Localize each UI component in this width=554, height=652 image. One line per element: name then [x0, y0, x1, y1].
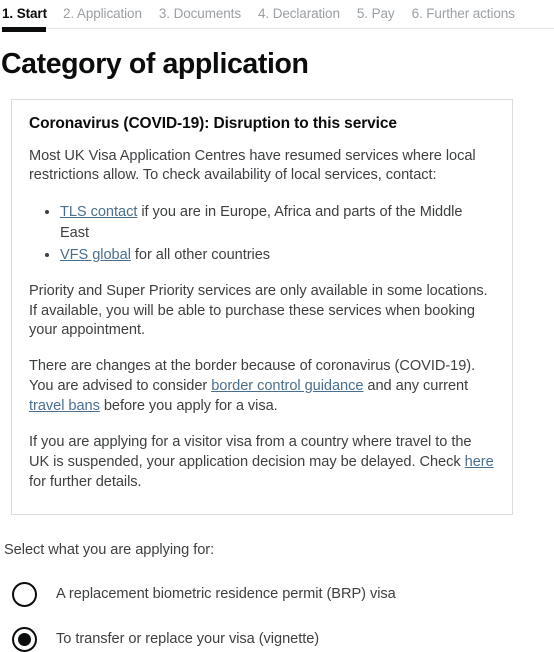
radio-option-brp-visa[interactable]: A replacement biometric residence permit…: [4, 582, 554, 608]
vfs-global-link[interactable]: VFS global: [60, 247, 131, 263]
progress-step-declaration[interactable]: 4. Declaration: [258, 6, 340, 23]
progress-step-label: 5. Pay: [356, 6, 395, 21]
progress-step-start[interactable]: 1. Start: [2, 6, 47, 32]
progress-step-further-actions[interactable]: 6. Further actions: [412, 6, 515, 23]
radio-option-label: A replacement biometric residence permit…: [56, 586, 396, 603]
covid-notice-title: Coronavirus (COVID-19): Disruption to th…: [29, 115, 397, 133]
list-item-text: for all other countries: [130, 246, 271, 263]
list-item: TLS contact if you are in Europe, Africa…: [60, 202, 495, 244]
paragraph-text: before you apply for a visa.: [99, 397, 278, 414]
progress-nav: 1. Start 2. Application 3. Documents 4. …: [0, 0, 554, 32]
progress-step-documents[interactable]: 3. Documents: [159, 6, 241, 23]
border-control-guidance-link[interactable]: border control guidance: [211, 378, 363, 394]
covid-contact-list: TLS contact if you are in Europe, Africa…: [29, 202, 495, 265]
page-title: Category of application: [1, 47, 309, 80]
covid-notice-paragraph-4: If you are applying for a visitor visa f…: [29, 433, 495, 493]
list-item: VFS global for all other countries: [60, 245, 495, 266]
progress-step-application[interactable]: 2. Application: [63, 6, 142, 23]
paragraph-text: If you are applying for a visitor visa f…: [29, 433, 472, 470]
progress-step-label: 6. Further actions: [411, 6, 515, 21]
paragraph-text: for further details.: [29, 473, 142, 490]
paragraph-text: and any current: [363, 378, 469, 395]
progress-step-label: 4. Declaration: [257, 6, 340, 21]
radio-option-transfer-vignette[interactable]: To transfer or replace your visa (vignet…: [4, 627, 554, 652]
here-link[interactable]: here: [465, 454, 494, 470]
progress-step-list: 1. Start 2. Application 3. Documents 4. …: [0, 6, 554, 32]
covid-notice-paragraph-2: Priority and Super Priority services are…: [29, 282, 488, 339]
radio-icon-selected[interactable]: [12, 627, 37, 652]
progress-step-pay[interactable]: 5. Pay: [357, 6, 395, 23]
travel-bans-link[interactable]: travel bans: [29, 398, 100, 414]
question-label: Select what you are applying for:: [4, 542, 215, 559]
covid-notice-panel: Coronavirus (COVID-19): Disruption to th…: [11, 99, 513, 516]
progress-step-label: 1. Start: [2, 6, 47, 21]
radio-option-label: To transfer or replace your visa (vignet…: [56, 631, 320, 648]
progress-step-label: 3. Documents: [158, 6, 241, 21]
covid-notice-paragraph-3: There are changes at the border because …: [29, 357, 495, 417]
covid-notice-paragraph-1: Most UK Visa Application Centres have re…: [29, 147, 476, 184]
application-category-question: Select what you are applying for: A repl…: [4, 541, 554, 652]
tls-contact-link[interactable]: TLS contact: [60, 204, 137, 220]
progress-step-label: 2. Application: [62, 6, 142, 21]
radio-icon[interactable]: [12, 582, 37, 608]
